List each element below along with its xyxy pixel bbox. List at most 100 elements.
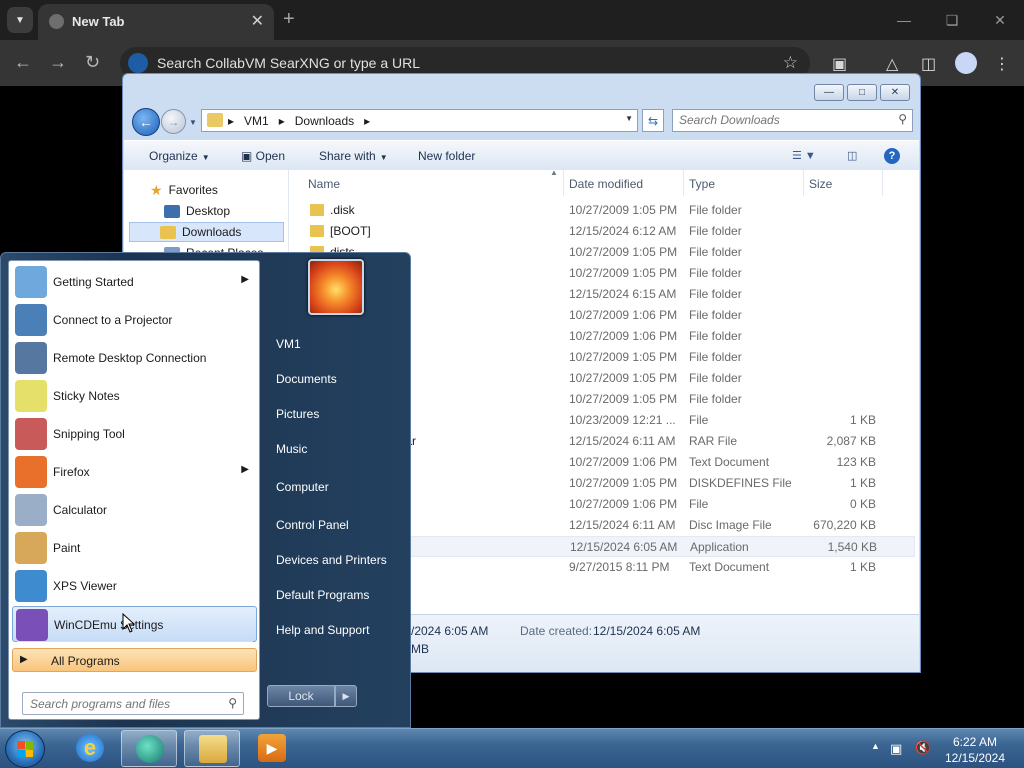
minimize-button[interactable]: —: [880, 0, 928, 40]
tab-search-button[interactable]: ▼: [7, 7, 33, 33]
sticky-notes-icon: [15, 380, 47, 412]
browser-tab-strip: ▼ New Tab ✕ + — ❏ ✕: [0, 0, 1024, 40]
share-with-button[interactable]: Share with ▼: [319, 149, 388, 163]
column-separator[interactable]: [882, 170, 883, 196]
start-right-item[interactable]: Default Programs: [276, 588, 369, 602]
close-tab-icon[interactable]: ✕: [251, 11, 264, 31]
start-program-label: Remote Desktop Connection: [53, 351, 207, 365]
explorer-window-controls: — □ ✕: [814, 84, 910, 101]
start-right-item[interactable]: Documents: [276, 372, 337, 386]
file-size: 0 KB: [849, 497, 876, 511]
browser-tab[interactable]: New Tab ✕: [38, 4, 274, 40]
explorer-close-button[interactable]: ✕: [880, 84, 910, 101]
lock-button[interactable]: Lock: [267, 685, 335, 707]
restore-button[interactable]: ❏: [928, 0, 976, 40]
nav-favorites[interactable]: ★ Favorites: [134, 180, 218, 200]
taskbar-remote-viewer[interactable]: [121, 730, 177, 767]
column-separator[interactable]: [683, 170, 684, 196]
change-view-icon[interactable]: ☰ ▼: [792, 149, 816, 162]
folder-icon: [199, 735, 227, 763]
column-separator[interactable]: [563, 170, 564, 196]
column-header-name[interactable]: Name: [308, 177, 340, 191]
back-arrow-icon[interactable]: ←: [14, 52, 32, 73]
address-dropdown-icon[interactable]: ▼: [625, 114, 633, 123]
explorer-forward-button[interactable]: →: [161, 109, 186, 134]
file-row[interactable]: .disk 10/27/2009 1:05 PM File folder: [290, 200, 915, 221]
start-program-item[interactable]: Connect to a Projector: [12, 302, 257, 338]
shutdown-options-arrow[interactable]: ▶: [335, 685, 357, 707]
start-program-item[interactable]: Getting Started ▶: [12, 264, 257, 300]
breadcrumb-vm1[interactable]: VM1: [244, 114, 269, 128]
taskbar-internet-explorer[interactable]: e: [62, 730, 118, 767]
column-header-size[interactable]: Size: [809, 177, 832, 191]
preview-pane-icon[interactable]: ◫: [847, 149, 857, 162]
breadcrumb-downloads[interactable]: Downloads: [295, 114, 354, 128]
file-name: [BOOT]: [330, 224, 371, 238]
all-programs-button[interactable]: ▶ All Programs: [12, 648, 257, 672]
volume-muted-icon[interactable]: 🔇: [915, 740, 931, 756]
recent-pages-dropdown[interactable]: ▼: [189, 118, 197, 127]
start-right-item[interactable]: Pictures: [276, 407, 319, 421]
bookmark-star-icon[interactable]: ☆: [783, 53, 798, 73]
explorer-maximize-button[interactable]: □: [847, 84, 877, 101]
start-program-item[interactable]: Remote Desktop Connection: [12, 340, 257, 376]
address-bar[interactable]: ▸ VM1 ▸ Downloads ▸ ▼: [201, 109, 638, 132]
search-downloads-box[interactable]: ⚲: [672, 109, 913, 132]
organize-button[interactable]: Organize ▼: [149, 149, 210, 163]
help-icon[interactable]: ?: [884, 148, 900, 164]
nav-downloads[interactable]: Downloads: [129, 222, 284, 242]
start-program-item[interactable]: Paint: [12, 530, 257, 566]
taskbar-windows-explorer[interactable]: [184, 730, 240, 767]
show-hidden-icons-icon[interactable]: ▲: [871, 741, 880, 751]
start-right-item[interactable]: Help and Support: [276, 623, 369, 637]
file-type: Application: [690, 540, 749, 554]
start-right-item[interactable]: Devices and Printers: [276, 553, 387, 567]
start-program-item[interactable]: Firefox ▶: [12, 454, 257, 490]
file-type: File folder: [689, 371, 742, 385]
profile-avatar[interactable]: [955, 52, 977, 74]
start-right-item[interactable]: Control Panel: [276, 518, 349, 532]
start-right-item[interactable]: Music: [276, 442, 307, 456]
file-date-modified: 10/27/2009 1:05 PM: [569, 203, 678, 217]
explorer-minimize-button[interactable]: —: [814, 84, 844, 101]
network-icon[interactable]: ▣: [890, 741, 902, 757]
start-right-item[interactable]: Computer: [276, 480, 329, 494]
system-clock[interactable]: 6:22 AM 12/15/2024: [940, 734, 1010, 766]
start-program-item[interactable]: XPS Viewer: [12, 568, 257, 604]
start-program-item[interactable]: Calculator: [12, 492, 257, 528]
explorer-back-button[interactable]: ←: [132, 108, 160, 136]
start-program-label: Sticky Notes: [53, 389, 120, 403]
file-size: 670,220 KB: [813, 518, 876, 532]
start-right-item[interactable]: VM1: [276, 337, 301, 351]
breadcrumb-separator-icon: ▸: [228, 114, 235, 128]
start-search-box[interactable]: ⚲: [22, 692, 244, 715]
user-picture[interactable]: [308, 259, 364, 315]
forward-arrow-icon[interactable]: →: [49, 52, 67, 73]
reload-icon[interactable]: ↻: [85, 52, 100, 73]
side-panel-icon[interactable]: ◫: [921, 54, 936, 74]
more-menu-icon[interactable]: ⋮: [994, 54, 1010, 74]
refresh-button[interactable]: ⇆: [642, 109, 664, 132]
file-size: 1,540 KB: [827, 540, 877, 554]
column-header-date-modified[interactable]: Date modified: [569, 177, 643, 191]
search-downloads-input[interactable]: [679, 113, 879, 127]
extensions-icon[interactable]: ▣: [832, 54, 847, 74]
column-header-type[interactable]: Type: [689, 177, 715, 191]
file-type: Disc Image File: [689, 518, 772, 532]
new-tab-button[interactable]: +: [283, 8, 295, 31]
start-button[interactable]: [5, 730, 45, 768]
open-button[interactable]: ▣ Open: [241, 149, 285, 163]
new-folder-button[interactable]: New folder: [418, 149, 475, 163]
nav-desktop[interactable]: Desktop: [134, 201, 230, 221]
close-window-button[interactable]: ✕: [976, 0, 1024, 40]
taskbar-media-player[interactable]: ▶: [244, 730, 300, 767]
start-program-label: Connect to a Projector: [53, 313, 173, 327]
submenu-arrow-icon: ▶: [241, 274, 249, 285]
start-search-input[interactable]: [30, 697, 210, 711]
labs-flask-icon[interactable]: △: [886, 54, 898, 74]
file-date-modified: 10/27/2009 1:05 PM: [569, 392, 678, 406]
column-separator[interactable]: [803, 170, 804, 196]
start-program-item[interactable]: Snipping Tool: [12, 416, 257, 452]
file-row[interactable]: [BOOT] 12/15/2024 6:12 AM File folder: [290, 221, 915, 242]
start-program-item[interactable]: Sticky Notes: [12, 378, 257, 414]
